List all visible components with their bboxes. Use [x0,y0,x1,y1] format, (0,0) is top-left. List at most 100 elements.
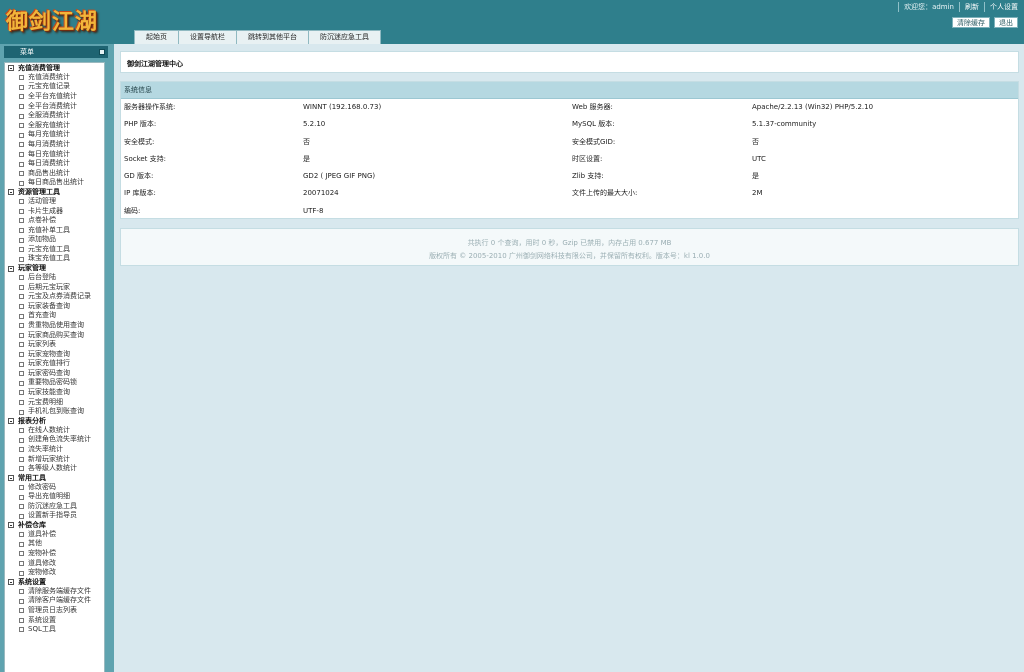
sidebar-menu-item[interactable]: 道具补偿 [8,530,104,540]
main-content: 御剑江湖管理中心 系统信息 服务器操作系统: WINNT (192.168.0.7… [114,44,1024,672]
info-value: 5.1.37-community [752,120,817,129]
sidebar-menu-item-label: 创建角色流失率统计 [28,435,91,444]
sidebar-menu-item[interactable]: 玩家列表 [8,340,104,350]
sidebar-menu-item[interactable]: 全服充值统计 [8,121,104,131]
info-value: 否 [303,137,310,146]
sidebar-menu-item[interactable]: 手机礼包到账查询 [8,407,104,417]
collapse-box-icon[interactable] [8,265,14,272]
sidebar-menu-item[interactable]: 贵重物品使用查询 [8,321,104,331]
sidebar-menu-item[interactable]: 流失率统计 [8,445,104,455]
collapse-box-icon[interactable] [8,189,14,196]
sidebar-menu-item[interactable]: 全平台充值统计 [8,92,104,102]
sidebar-menu-item[interactable]: 系统设置 [8,616,104,626]
personal-settings-link[interactable]: 个人设置 [990,2,1018,12]
sidebar-menu-item[interactable]: 卡片生成器 [8,207,104,217]
info-label: Zlib 支持: [572,172,604,181]
collapse-box-icon[interactable] [8,522,14,529]
sidebar-menu-item[interactable]: 珠宝充值工具 [8,254,104,264]
menu-group: 资源管理工具 活动管理 卡片生成器 点卷补偿 充值补单工具 添加物品 元宝充值工具 珠宝充值工… [8,188,104,264]
sidebar-menu-item[interactable]: 全平台消费统计 [8,102,104,112]
top-user-bar: 欢迎您：admin 刷新 个人设置 [893,0,1024,14]
sidebar-menu-item[interactable]: 道具修改 [8,559,104,569]
sidebar-menu-item-label: 管理员日志列表 [28,605,77,614]
menu-group-header[interactable]: 常用工具 [8,474,104,483]
sidebar-menu-item[interactable]: 其他 [8,539,104,549]
sidebar-menu-item[interactable]: 在线人数统计 [8,426,104,436]
divider [959,2,960,12]
tab-set-navbar[interactable]: 设置导航栏 [178,30,237,44]
sidebar-menu-item[interactable]: 创建角色流失率统计 [8,435,104,445]
sidebar-menu-item-label: 卡片生成器 [28,206,63,215]
sidebar-menu-item[interactable]: 元宝充值记录 [8,82,104,92]
sidebar-menu: 充值消费管理 充值消费统计 元宝充值记录 全平台充值统计 全平台消费统计 全服消费统计 全服… [4,62,105,672]
sidebar-menu-item-label: 元宝及点券消费记录 [28,292,91,301]
sidebar-menu-item[interactable]: 点卷补偿 [8,216,104,226]
logout-button[interactable]: 退出 [994,17,1018,28]
collapse-box-icon[interactable] [8,418,14,425]
sidebar-menu-item[interactable]: 玩家充值排行 [8,359,104,369]
sidebar-menu-item[interactable]: 全服消费统计 [8,111,104,121]
menu-group-header[interactable]: 资源管理工具 [8,188,104,197]
collapse-box-icon[interactable] [8,579,14,586]
sidebar-menu-item[interactable]: 添加物品 [8,235,104,245]
sidebar-menu-item[interactable]: 每日消费统计 [8,159,104,169]
sidebar-menu-item-label: 全平台充值统计 [28,92,77,101]
page-icon [19,323,24,329]
sidebar-menu-item[interactable]: 防沉迷应急工具 [8,502,104,512]
sidebar-menu-item[interactable]: 玩家装备查询 [8,302,104,312]
menu-group-header[interactable]: 补偿仓库 [8,521,104,530]
sidebar-menu-item[interactable]: 玩家宠物查询 [8,350,104,360]
sidebar-menu-item[interactable]: 首充查询 [8,311,104,321]
sidebar-menu-item[interactable]: 每月消费统计 [8,140,104,150]
sidebar-menu-item-label: 各等级人数统计 [28,464,77,473]
sidebar-menu-item[interactable]: 充值补单工具 [8,226,104,236]
sidebar-menu-item[interactable]: 元宝费明细 [8,398,104,408]
menu-group: 充值消费管理 充值消费统计 元宝充值记录 全平台充值统计 全平台消费统计 全服消费统计 全服… [8,64,104,188]
tab-anti-addiction[interactable]: 防沉迷应急工具 [308,30,381,44]
info-label: MySQL 版本: [572,120,615,129]
sidebar-menu-item[interactable]: 清除服务端缓存文件 [8,587,104,597]
sidebar-menu-item[interactable]: 各等级人数统计 [8,464,104,474]
sidebar-menu-item[interactable]: 设置新手指导员 [8,511,104,521]
menu-group-header[interactable]: 玩家管理 [8,264,104,273]
sidebar-menu-item[interactable]: 每月充值统计 [8,130,104,140]
page-icon [19,541,24,547]
sidebar-menu-item[interactable]: 后台登陆 [8,273,104,283]
sidebar-menu-item[interactable]: 每日商品售出统计 [8,178,104,188]
sidebar-menu-item[interactable]: 管理员日志列表 [8,606,104,616]
info-value: 是 [752,172,759,181]
collapse-box-icon[interactable] [8,65,14,72]
sidebar-menu-item[interactable]: 修改密码 [8,483,104,493]
nav-tabs: 起始页 设置导航栏 跳转到其他平台 防沉迷应急工具 [134,30,381,44]
sidebar-menu-item[interactable]: 元宝及点券消费记录 [8,292,104,302]
tab-other-platform[interactable]: 跳转到其他平台 [236,30,309,44]
sidebar-menu-item-label: 设置新手指导员 [28,511,77,520]
sidebar-menu-item[interactable]: 玩家商品购买查询 [8,331,104,341]
sidebar-menu-item[interactable]: 宠物补偿 [8,549,104,559]
menu-group-header[interactable]: 系统设置 [8,578,104,587]
page-icon [19,447,24,453]
page-icon [19,161,24,167]
sidebar-menu-item[interactable]: 清除客户端缓存文件 [8,596,104,606]
info-value: 是 [303,154,310,163]
sidebar-menu-item[interactable]: 活动管理 [8,197,104,207]
sidebar-menu-item[interactable]: 新增玩家统计 [8,455,104,465]
sidebar-menu-item[interactable]: 商品售出统计 [8,169,104,179]
tab-start-page[interactable]: 起始页 [134,30,179,44]
page-icon [19,123,24,129]
sidebar-menu-item[interactable]: 导出充值明细 [8,492,104,502]
collapse-box-icon[interactable] [8,475,14,482]
sidebar-menu-item[interactable]: 每日充值统计 [8,150,104,160]
sidebar-menu-item[interactable]: SQL工具 [8,625,104,635]
sidebar-menu-item[interactable]: 玩家技能查询 [8,388,104,398]
sidebar-menu-item[interactable]: 后期元宝玩家 [8,283,104,293]
page-icon [19,113,24,119]
menu-group-header[interactable]: 充值消费管理 [8,64,104,73]
sidebar-menu-item[interactable]: 重要物品密码锁 [8,378,104,388]
clear-cache-button[interactable]: 清除缓存 [952,17,990,28]
collapse-icon[interactable] [99,49,105,55]
refresh-link[interactable]: 刷新 [965,2,979,12]
sidebar-menu-item-label: SQL工具 [28,625,56,634]
menu-group-header[interactable]: 报表分析 [8,417,104,426]
sidebar-menu-item[interactable]: 宠物修改 [8,568,104,578]
